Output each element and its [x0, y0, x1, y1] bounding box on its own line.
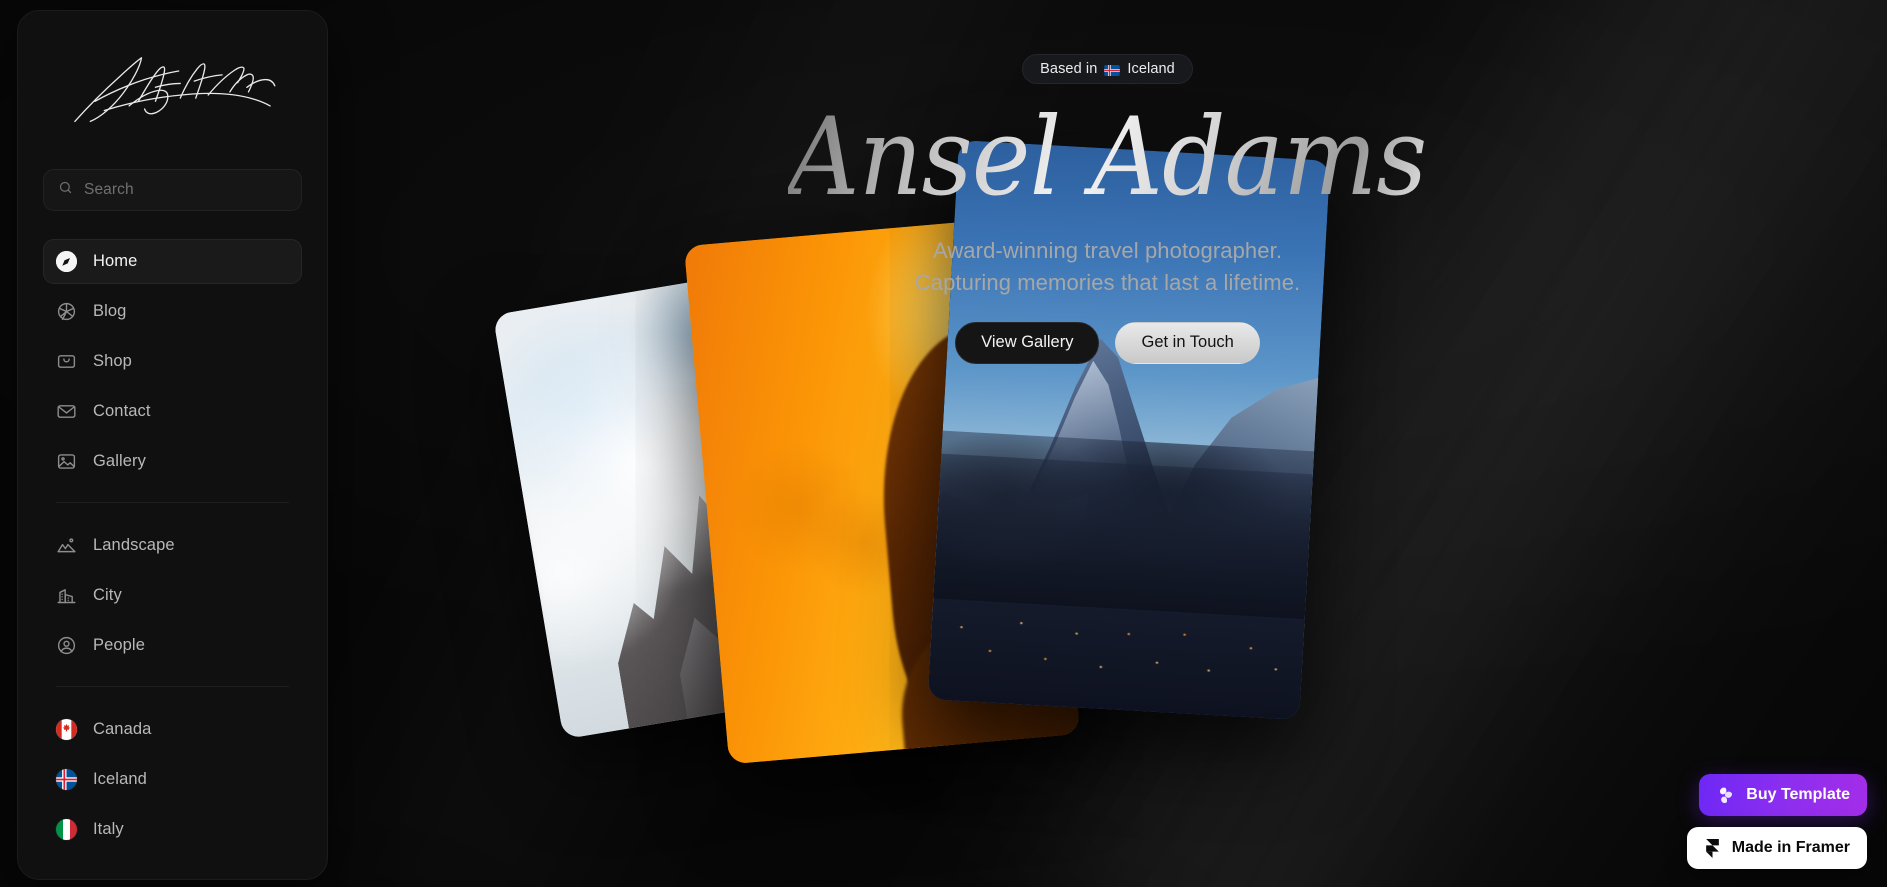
sidebar-item-home-label: Home — [93, 252, 138, 270]
user-circle-icon — [56, 635, 77, 656]
sidebar-item-city-label: City — [93, 586, 122, 604]
sidebar-item-iceland[interactable]: Iceland — [43, 757, 302, 802]
sidebar: Search Home Blog Shop Contact Gallery La… — [17, 10, 328, 880]
sidebar-item-gallery[interactable]: Gallery — [43, 439, 302, 484]
sidebar-item-iceland-label: Iceland — [93, 770, 147, 788]
flag-italy-icon — [56, 819, 77, 840]
hero-section: Based in Iceland Ansel Adams Award-winni… — [328, 0, 1887, 470]
sidebar-item-landscape-label: Landscape — [93, 536, 175, 554]
sidebar-item-contact-label: Contact — [93, 402, 151, 420]
mountain-icon — [56, 535, 77, 556]
sidebar-item-gallery-label: Gallery — [93, 452, 146, 470]
buildings-icon — [56, 585, 77, 606]
sidebar-item-blog[interactable]: Blog — [43, 289, 302, 334]
framer-logo-icon — [1704, 838, 1721, 858]
location-badge-prefix: Based in — [1040, 61, 1098, 77]
flag-canada-icon — [56, 719, 77, 740]
flag-iceland-icon — [56, 769, 77, 790]
sidebar-item-people-label: People — [93, 636, 145, 654]
sidebar-item-contact[interactable]: Contact — [43, 389, 302, 434]
sidebar-item-shop-label: Shop — [93, 352, 132, 370]
sidebar-divider-categories — [56, 502, 289, 503]
view-gallery-button[interactable]: View Gallery — [955, 321, 1100, 364]
sidebar-item-people[interactable]: People — [43, 623, 302, 668]
sidebar-places-nav: Canada Iceland Italy — [38, 707, 307, 852]
floating-badges: Buy Template Made in Framer — [1686, 774, 1867, 869]
made-in-framer-button[interactable]: Made in Framer — [1686, 827, 1867, 869]
sidebar-item-landscape[interactable]: Landscape — [43, 523, 302, 568]
brand-signature-logo[interactable] — [38, 11, 307, 169]
search-placeholder: Search — [84, 181, 134, 198]
compass-icon — [56, 251, 77, 272]
hero-subtitle: Award-winning travel photographer. Captu… — [915, 235, 1301, 297]
buy-template-label: Buy Template — [1746, 786, 1850, 803]
made-in-framer-label: Made in Framer — [1731, 839, 1850, 856]
search-icon — [58, 180, 73, 200]
sidebar-item-blog-label: Blog — [93, 302, 127, 320]
sidebar-item-italy-label: Italy — [93, 820, 124, 838]
bag-icon — [56, 351, 77, 372]
page-title: Ansel Adams — [788, 95, 1428, 220]
hero-subtitle-line-2: Capturing memories that last a lifetime. — [914, 269, 1301, 295]
get-in-touch-button[interactable]: Get in Touch — [1115, 321, 1260, 364]
sidebar-item-italy[interactable]: Italy — [43, 807, 302, 852]
sidebar-item-canada-label: Canada — [93, 720, 152, 738]
sidebar-item-home[interactable]: Home — [43, 239, 302, 284]
sidebar-item-canada[interactable]: Canada — [43, 707, 302, 752]
sidebar-divider-places — [56, 686, 289, 687]
location-badge: Based in Iceland — [1022, 54, 1193, 84]
sidebar-item-city[interactable]: City — [43, 573, 302, 618]
sidebar-primary-nav: Home Blog Shop Contact Gallery — [38, 239, 307, 484]
search-input[interactable]: Search — [43, 169, 302, 211]
buy-template-button[interactable]: Buy Template — [1699, 774, 1867, 816]
hero-subtitle-line-1: Award-winning travel photographer. — [932, 238, 1283, 264]
aperture-icon — [56, 301, 77, 322]
location-badge-country: Iceland — [1127, 61, 1175, 77]
hero-cta-row: View Gallery Get in Touch — [955, 321, 1260, 364]
sidebar-category-nav: Landscape City People — [38, 523, 307, 668]
card-village-lights-far — [927, 576, 1306, 720]
flag-iceland-icon — [1104, 64, 1121, 76]
image-icon — [56, 451, 77, 472]
page-root: Based in Iceland Ansel Adams Award-winni… — [0, 0, 1887, 887]
framer-petal-icon — [1716, 786, 1735, 805]
mail-icon — [56, 401, 77, 422]
sidebar-item-shop[interactable]: Shop — [43, 339, 302, 384]
